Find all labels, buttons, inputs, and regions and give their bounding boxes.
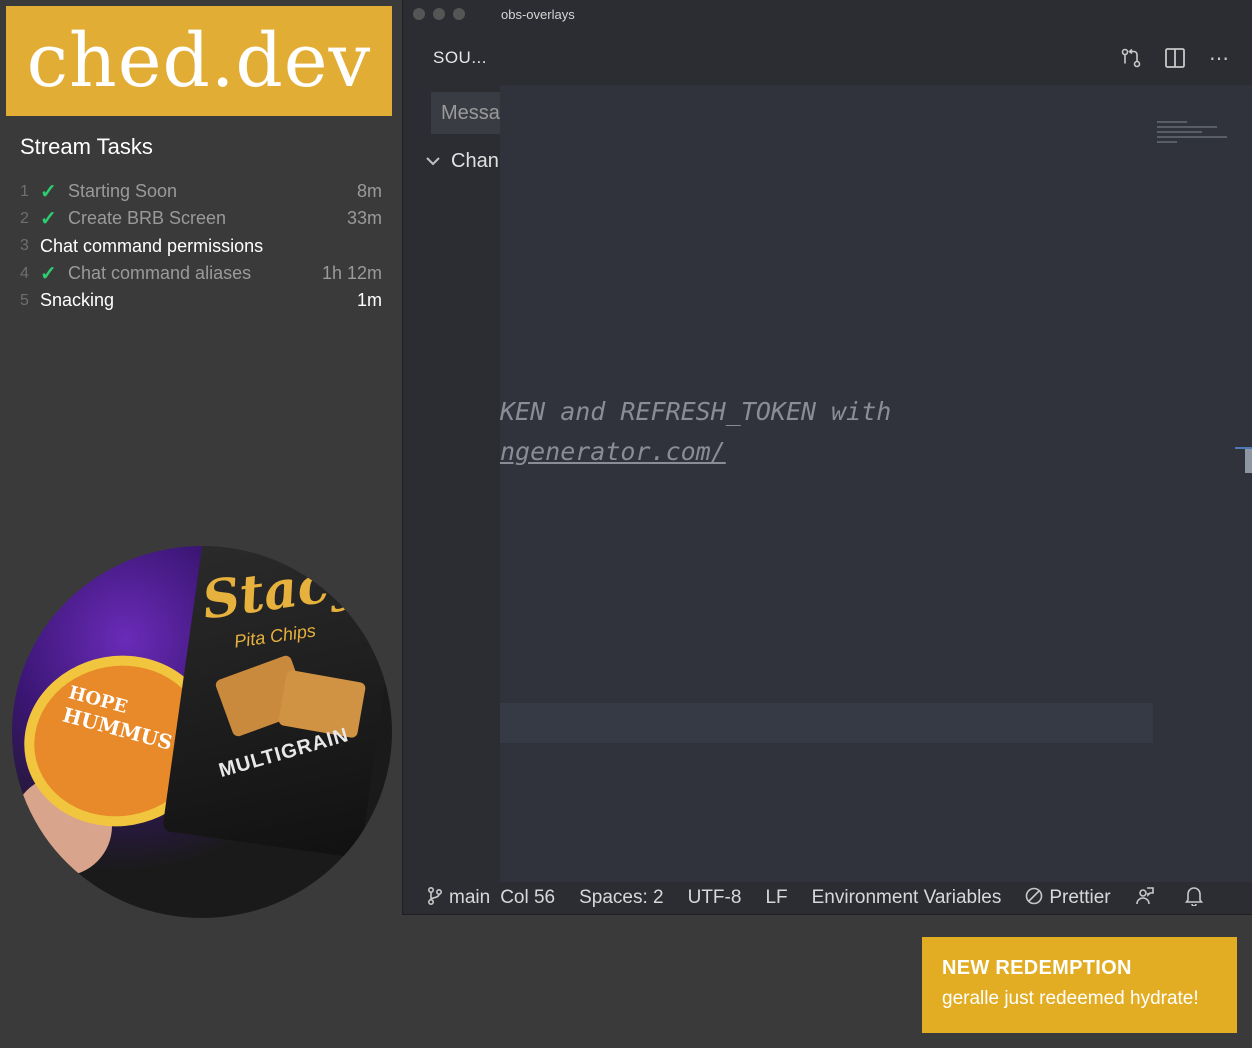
task-label: Chat command permissions — [40, 235, 264, 256]
changes-section-header[interactable]: Chan — [425, 150, 499, 173]
person-feedback-icon — [1135, 886, 1155, 911]
source-control-title: SOU... — [433, 48, 488, 67]
status-bar: main Col 56 Spaces: 2 UTF-8 LF Environme… — [403, 882, 1252, 914]
task-time: 8m — [356, 181, 382, 202]
branch-indicator[interactable]: main — [427, 886, 490, 911]
notifications-button[interactable] — [1184, 886, 1209, 911]
task-number: 5 — [20, 291, 29, 309]
redemption-alert: NEW REDEMPTION geralle just redeemed hyd… — [922, 937, 1237, 1033]
check-icon: ✓ — [40, 262, 57, 285]
task-number: 4 — [20, 264, 29, 282]
changes-label: Chan — [451, 150, 499, 172]
task-number: 2 — [20, 209, 29, 227]
editor-actions: ⋯ — [1119, 46, 1231, 70]
task-label: Chat command aliases — [68, 263, 252, 284]
task-list: 1 ✓ Starting Soon 8m 2 ✓ Create BRB Scre… — [20, 178, 382, 314]
task-item: 3 Chat command permissions — [20, 233, 382, 260]
webcam-feed: HOPE HUMMUS Stacy Pita Chips MULTIGRAIN — [12, 546, 392, 918]
zoom-window-button[interactable] — [453, 8, 465, 20]
redemption-message: geralle just redeemed hydrate! — [942, 988, 1199, 1009]
code-line: KEN and REFRESH_TOKEN with — [500, 397, 892, 426]
split-editor-icon[interactable] — [1163, 46, 1187, 70]
task-time: 33m — [346, 208, 382, 229]
prettier-status[interactable]: Prettier — [1025, 887, 1111, 910]
minimize-window-button[interactable] — [433, 8, 445, 20]
task-item: 1 ✓ Starting Soon 8m — [20, 178, 382, 205]
code-editor-window: obs-overlays SOU... ⋯ Messa Chan KEN and… — [402, 0, 1252, 915]
task-label: Create BRB Screen — [68, 208, 227, 229]
prettier-label: Prettier — [1049, 887, 1111, 908]
indentation-setting[interactable]: Spaces: 2 — [579, 887, 664, 909]
task-label: Starting Soon — [68, 181, 178, 202]
window-controls — [413, 8, 465, 20]
git-branch-icon — [427, 886, 443, 911]
check-icon: ✓ — [40, 180, 57, 203]
brand-logo-text: ched.dev — [26, 18, 372, 104]
eol-setting[interactable]: LF — [765, 887, 787, 909]
current-line-highlight — [500, 703, 1153, 743]
feedback-button[interactable] — [1135, 886, 1161, 911]
commit-message-input[interactable]: Messa — [431, 92, 501, 134]
language-mode[interactable]: Environment Variables — [812, 887, 1002, 909]
code-line-link[interactable]: ngenerator.com/ — [500, 437, 726, 466]
task-item: 2 ✓ Create BRB Screen 33m — [20, 205, 382, 232]
task-item: 5 Snacking 1m — [20, 287, 382, 314]
task-item: 4 ✓ Chat command aliases 1h 12m — [20, 260, 382, 287]
task-number: 1 — [20, 182, 29, 200]
task-number: 3 — [20, 237, 29, 255]
encoding-setting[interactable]: UTF-8 — [688, 887, 742, 909]
stream-tasks-title: Stream Tasks — [20, 134, 153, 159]
cursor-position[interactable]: Col 56 — [500, 887, 555, 909]
task-label: Snacking — [40, 290, 115, 311]
redemption-title: NEW REDEMPTION — [942, 957, 1132, 979]
brand-banner: ched.dev — [6, 6, 392, 116]
prohibited-icon — [1025, 887, 1043, 910]
more-icon[interactable]: ⋯ — [1207, 46, 1231, 70]
close-window-button[interactable] — [413, 8, 425, 20]
bell-icon — [1184, 886, 1203, 911]
branch-name: main — [449, 887, 491, 908]
minimap[interactable] — [1157, 118, 1237, 158]
check-icon: ✓ — [40, 207, 57, 230]
task-time: 1m — [356, 290, 382, 311]
window-title: obs-overlays — [501, 7, 575, 22]
scrollbar-thumb[interactable] — [1245, 449, 1252, 473]
code-editor[interactable]: KEN and REFRESH_TOKEN with ngenerator.co… — [500, 85, 1252, 882]
task-time: 1h 12m — [321, 263, 382, 284]
source-control-icon[interactable] — [1119, 46, 1143, 70]
chevron-down-icon — [425, 154, 441, 172]
